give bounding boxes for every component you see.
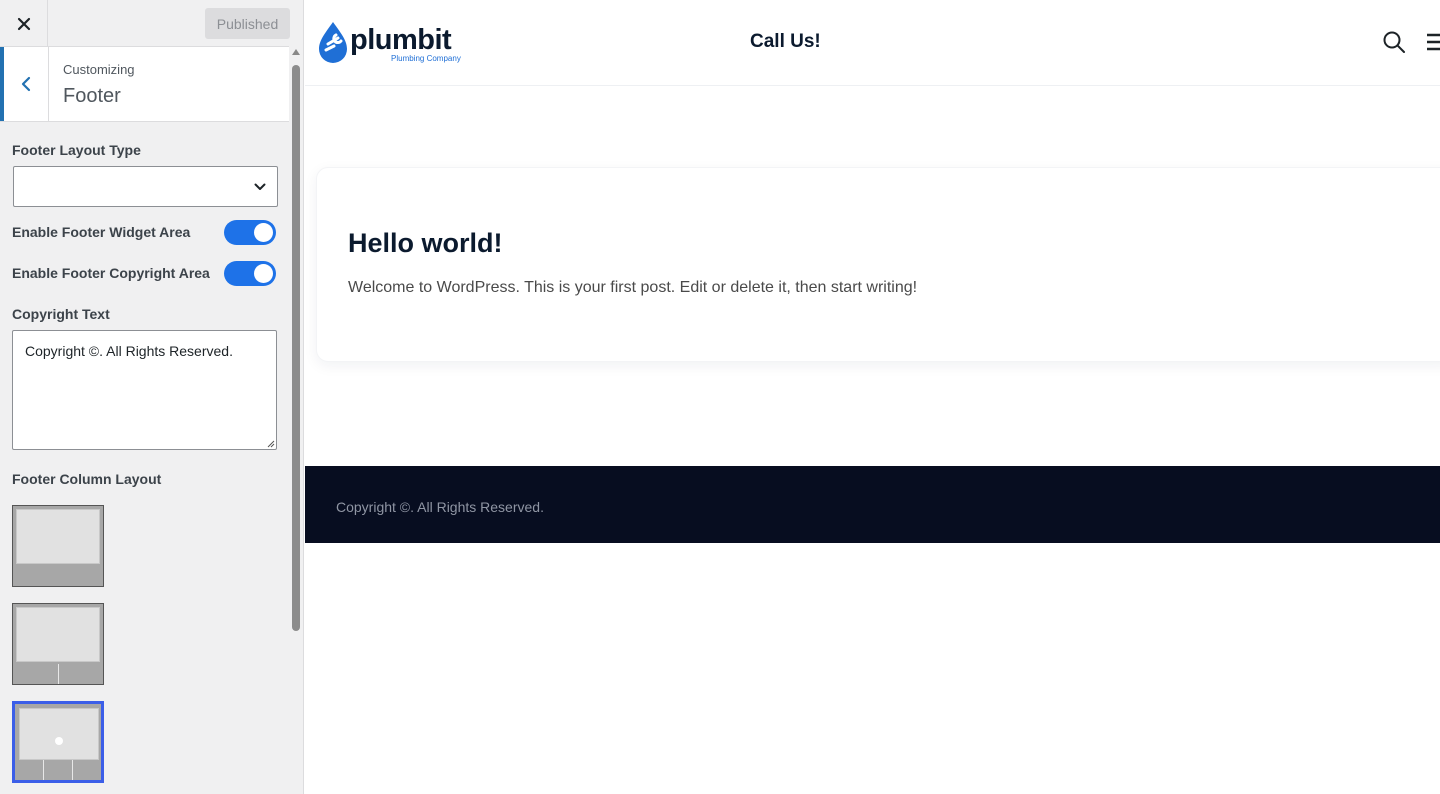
layout-preview-top <box>16 509 100 564</box>
back-button[interactable] <box>0 47 49 121</box>
toggle-knob <box>254 264 273 283</box>
column-layout-label: Footer Column Layout <box>12 471 162 487</box>
logo-wordmark: plumbit <box>350 24 452 56</box>
sidebar-scrollbar[interactable] <box>289 47 303 794</box>
layout-preview-top <box>19 708 99 760</box>
close-icon <box>17 17 30 30</box>
chevron-left-icon <box>21 76 31 92</box>
widget-area-label: Enable Footer Widget Area <box>12 224 191 240</box>
copyright-area-toggle[interactable] <box>224 261 276 286</box>
column-layout-option-2[interactable] <box>12 603 104 685</box>
resize-grip-icon[interactable] <box>266 439 275 448</box>
copyright-area-label: Enable Footer Copyright Area <box>12 265 210 281</box>
site-preview: plumbit Plumbing Company Call Us! Hello … <box>305 0 1440 794</box>
column-layout-option-3[interactable] <box>12 701 104 783</box>
hamburger-menu-icon[interactable] <box>1426 32 1440 52</box>
toggle-knob <box>254 223 273 242</box>
customizer-header: Published <box>0 0 290 47</box>
scroll-thumb[interactable] <box>292 65 300 631</box>
footer-layout-type-select[interactable] <box>13 166 278 207</box>
call-us-link[interactable]: Call Us! <box>750 31 821 53</box>
close-customizer-button[interactable] <box>0 0 48 47</box>
post-title[interactable]: Hello world! <box>348 228 503 259</box>
widget-area-toggle[interactable] <box>224 220 276 245</box>
section-title: Footer <box>63 85 121 107</box>
publish-button[interactable]: Published <box>205 8 290 39</box>
copyright-text-input[interactable]: Copyright ©. All Rights Reserved. <box>12 330 277 450</box>
chevron-down-icon <box>254 183 266 190</box>
site-footer: Copyright ©. All Rights Reserved. <box>305 466 1440 543</box>
selected-dot-icon <box>55 737 63 745</box>
site-logo[interactable]: plumbit Plumbing Company <box>316 20 476 66</box>
customizer-sidebar: Published Customizing Footer Footer Layo… <box>0 0 304 794</box>
layout-preview-top <box>16 607 100 662</box>
scroll-up-arrow-icon[interactable] <box>292 49 300 55</box>
site-header: plumbit Plumbing Company Call Us! <box>305 0 1440 86</box>
search-icon[interactable] <box>1382 30 1406 54</box>
breadcrumb: Customizing <box>63 62 135 77</box>
section-header: Customizing Footer <box>0 47 289 122</box>
post-excerpt: Welcome to WordPress. This is your first… <box>348 279 918 296</box>
footer-copyright-text: Copyright ©. All Rights Reserved. <box>336 499 544 515</box>
water-drop-wrench-icon <box>319 22 347 63</box>
logo-tagline: Plumbing Company <box>391 54 461 63</box>
layout-preview-columns <box>13 664 103 684</box>
copyright-text-label: Copyright Text <box>12 306 110 322</box>
column-layout-option-1[interactable] <box>12 505 104 587</box>
footer-layout-type-label: Footer Layout Type <box>12 142 141 158</box>
post-card: Hello world! Welcome to WordPress. This … <box>316 167 1440 362</box>
layout-preview-columns <box>15 760 101 780</box>
